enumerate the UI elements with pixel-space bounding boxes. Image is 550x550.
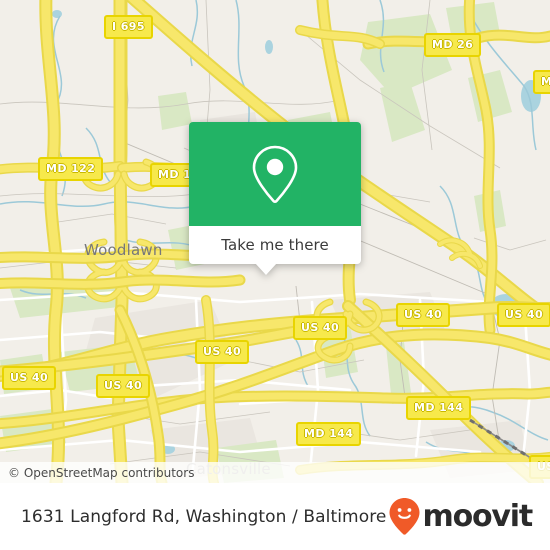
address-label: 1631 Langford Rd, Washington / Baltimore [21, 506, 387, 527]
road-shield-us40-center: US 40 [293, 316, 347, 340]
road-shield-us40-far-west: US 40 [2, 366, 56, 390]
take-me-there-button[interactable]: Take me there [189, 226, 361, 264]
map-attribution-bar: © OpenStreetMap contributors [0, 462, 550, 483]
popup-pointer-tip [255, 263, 277, 275]
openstreetmap-attribution-text[interactable]: © OpenStreetMap contributors [0, 466, 194, 480]
moovit-smiley-pin-icon [389, 497, 420, 535]
road-shield-us40-mid-west: US 40 [195, 340, 249, 364]
map-canvas[interactable]: .pk { fill:#d9e8c4; } .wt { fill:#aad3df… [0, 0, 550, 483]
road-shield-md144-east: MD 144 [406, 396, 472, 420]
take-me-there-label: Take me there [221, 236, 329, 254]
location-pin-icon [252, 145, 298, 203]
road-shield-md-clipped-right: MD [533, 70, 550, 94]
popup-pin-area [189, 122, 361, 226]
map-screenshot: .pk { fill:#d9e8c4; } .wt { fill:#aad3df… [0, 0, 550, 550]
road-shield-i695: I 695 [104, 15, 153, 39]
road-shield-us40-east: US 40 [396, 303, 450, 327]
road-shield-us40-far-east: US 40 [497, 303, 550, 327]
moovit-wordmark: moovit [422, 498, 534, 534]
footer-bar: 1631 Langford Rd, Washington / Baltimore… [0, 483, 550, 550]
moovit-logo[interactable]: moovit [388, 497, 534, 537]
road-shield-us40-west: US 40 [96, 374, 150, 398]
road-shield-md26: MD 26 [424, 33, 482, 57]
road-shield-md122-west: MD 122 [38, 157, 104, 181]
place-label-woodlawn: Woodlawn [84, 241, 163, 259]
destination-popup-card[interactable]: Take me there [189, 122, 361, 275]
road-shield-md144-west: MD 144 [296, 422, 362, 446]
